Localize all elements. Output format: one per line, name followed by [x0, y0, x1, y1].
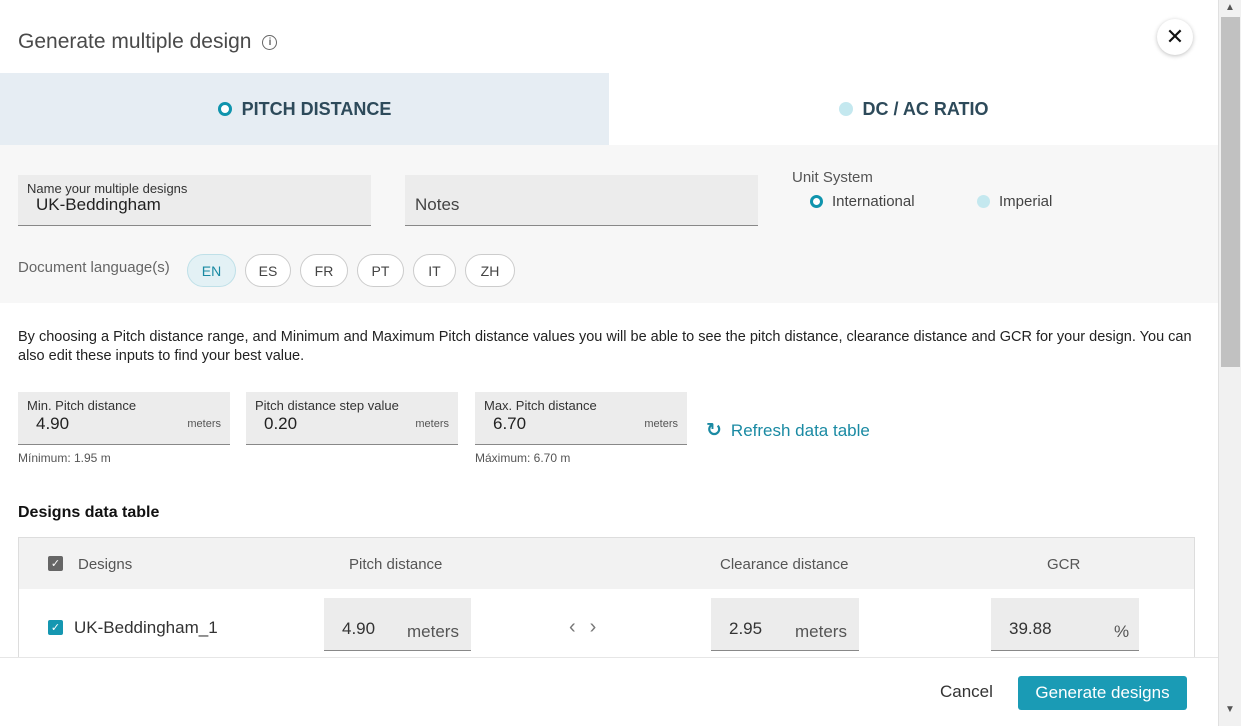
design-name-label: Name your multiple designs — [27, 181, 188, 196]
scrollbar-thumb[interactable] — [1221, 17, 1240, 367]
cancel-button[interactable]: Cancel — [940, 682, 993, 702]
min-pitch-value: 4.90 — [36, 414, 70, 433]
language-pill-fr[interactable]: FR — [300, 254, 348, 287]
row-checkbox[interactable]: ✓ — [48, 620, 63, 635]
dialog-title-text: Generate multiple design — [18, 30, 252, 53]
radio-icon — [838, 102, 853, 116]
row-gcr-input[interactable]: 39.88 % — [991, 598, 1139, 651]
vertical-scrollbar[interactable]: ▲ ▼ — [1218, 0, 1241, 726]
close-button[interactable]: ✕ — [1157, 19, 1193, 55]
radio-unselected-icon — [977, 195, 990, 208]
check-icon: ✓ — [50, 558, 61, 570]
unit-option-international[interactable]: International — [810, 193, 915, 210]
max-pitch-value: 6.70 — [493, 414, 527, 433]
pitch-step-value: 0.20 — [264, 414, 298, 433]
tab-pitch-distance[interactable]: PITCH DISTANCE — [0, 73, 609, 145]
notes-input[interactable]: Notes — [405, 175, 758, 226]
clearance-unit: meters — [795, 622, 847, 641]
info-icon[interactable]: i — [262, 34, 278, 50]
language-code: ES — [258, 262, 278, 279]
column-header-gcr: GCR — [1047, 556, 1081, 573]
min-pitch-unit: meters — [187, 418, 221, 430]
clearance-value: 2.95 — [729, 619, 763, 638]
language-code: PT — [371, 262, 390, 279]
unit-option-label: Imperial — [999, 193, 1053, 210]
pitch-value: 4.90 — [342, 619, 376, 638]
radio-icon — [217, 102, 232, 116]
min-pitch-distance-input[interactable]: Min. Pitch distance 4.90 meters — [18, 392, 230, 445]
tab-label: DC / AC RATIO — [862, 98, 989, 119]
column-header-pitch-distance: Pitch distance — [349, 556, 443, 573]
pitch-step-label: Pitch distance step value — [255, 398, 399, 413]
refresh-icon: ↻ — [706, 420, 722, 441]
generate-designs-button[interactable]: Generate designs — [1018, 676, 1187, 710]
language-code: FR — [314, 262, 334, 279]
language-pill-es[interactable]: ES — [245, 254, 291, 287]
dialog-title: Generate multiple design i — [18, 30, 278, 54]
refresh-data-table-button[interactable]: ↻ Refresh data table — [706, 419, 870, 442]
tab-bar: PITCH DISTANCE DC / AC RATIO — [0, 73, 1218, 145]
pitch-step-unit: meters — [415, 418, 449, 430]
row-design-name: UK-Beddingham_1 — [74, 618, 218, 637]
row-pitch-distance-input[interactable]: 4.90 meters — [324, 598, 471, 651]
tab-label: PITCH DISTANCE — [241, 98, 392, 119]
min-pitch-label: Min. Pitch distance — [27, 398, 137, 413]
gcr-unit: % — [1114, 622, 1130, 641]
max-pitch-hint: Máximum: 6.70 m — [475, 451, 571, 465]
close-icon: ✕ — [1165, 24, 1185, 49]
design-name-input[interactable]: Name your multiple designs UK-Beddingham — [18, 175, 371, 226]
design-name-value: UK-Beddingham — [36, 195, 161, 214]
column-header-designs: Designs — [78, 556, 133, 573]
scroll-down-arrow-icon[interactable]: ▼ — [1225, 704, 1235, 715]
document-language-label: Document language(s) — [18, 259, 170, 276]
notes-placeholder: Notes — [415, 195, 460, 214]
language-pill-zh[interactable]: ZH — [465, 254, 515, 287]
max-pitch-distance-input[interactable]: Max. Pitch distance 6.70 meters — [475, 392, 687, 445]
pitch-step-input[interactable]: Pitch distance step value 0.20 meters — [246, 392, 458, 445]
generate-designs-label: Generate designs — [1035, 683, 1170, 702]
pitch-unit: meters — [407, 622, 459, 641]
settings-panel: Name your multiple designs UK-Beddingham… — [0, 145, 1218, 303]
tab-dc-ac-ratio[interactable]: DC / AC RATIO — [609, 73, 1218, 145]
max-pitch-unit: meters — [644, 418, 678, 430]
language-code: ZH — [480, 262, 500, 279]
gcr-value: 39.88 — [1009, 619, 1052, 638]
language-pill-it[interactable]: IT — [413, 254, 456, 287]
scroll-up-arrow-icon[interactable]: ▲ — [1225, 2, 1235, 13]
language-pill-pt[interactable]: PT — [357, 254, 404, 287]
designs-data-table: ✓ Designs Pitch distance Clearance dista… — [18, 537, 1195, 657]
generate-multiple-design-dialog: Generate multiple design i ✕ PITCH DISTA… — [0, 0, 1218, 726]
language-pill-en[interactable]: EN — [187, 254, 236, 287]
dialog-footer: Cancel Generate designs — [0, 657, 1218, 726]
pitch-arrows-icon[interactable]: ‹› — [569, 616, 610, 639]
row-clearance-distance-input[interactable]: 2.95 meters — [711, 598, 859, 651]
language-code: EN — [201, 262, 222, 279]
pitch-description: By choosing a Pitch distance range, and … — [18, 329, 1192, 364]
unit-system-label: Unit System — [792, 169, 873, 186]
unit-option-imperial[interactable]: Imperial — [977, 193, 1052, 210]
unit-option-label: International — [832, 193, 915, 210]
check-icon: ✓ — [50, 622, 61, 634]
radio-selected-icon — [810, 195, 823, 208]
max-pitch-label: Max. Pitch distance — [484, 398, 597, 413]
designs-table-title: Designs data table — [18, 504, 160, 521]
language-code: IT — [428, 262, 441, 279]
refresh-label: Refresh data table — [730, 420, 870, 440]
min-pitch-hint: Mínimum: 1.95 m — [18, 451, 111, 465]
table-header: ✓ Designs Pitch distance Clearance dista… — [19, 538, 1194, 589]
column-header-clearance-distance: Clearance distance — [720, 556, 849, 573]
select-all-checkbox[interactable]: ✓ — [48, 556, 63, 571]
